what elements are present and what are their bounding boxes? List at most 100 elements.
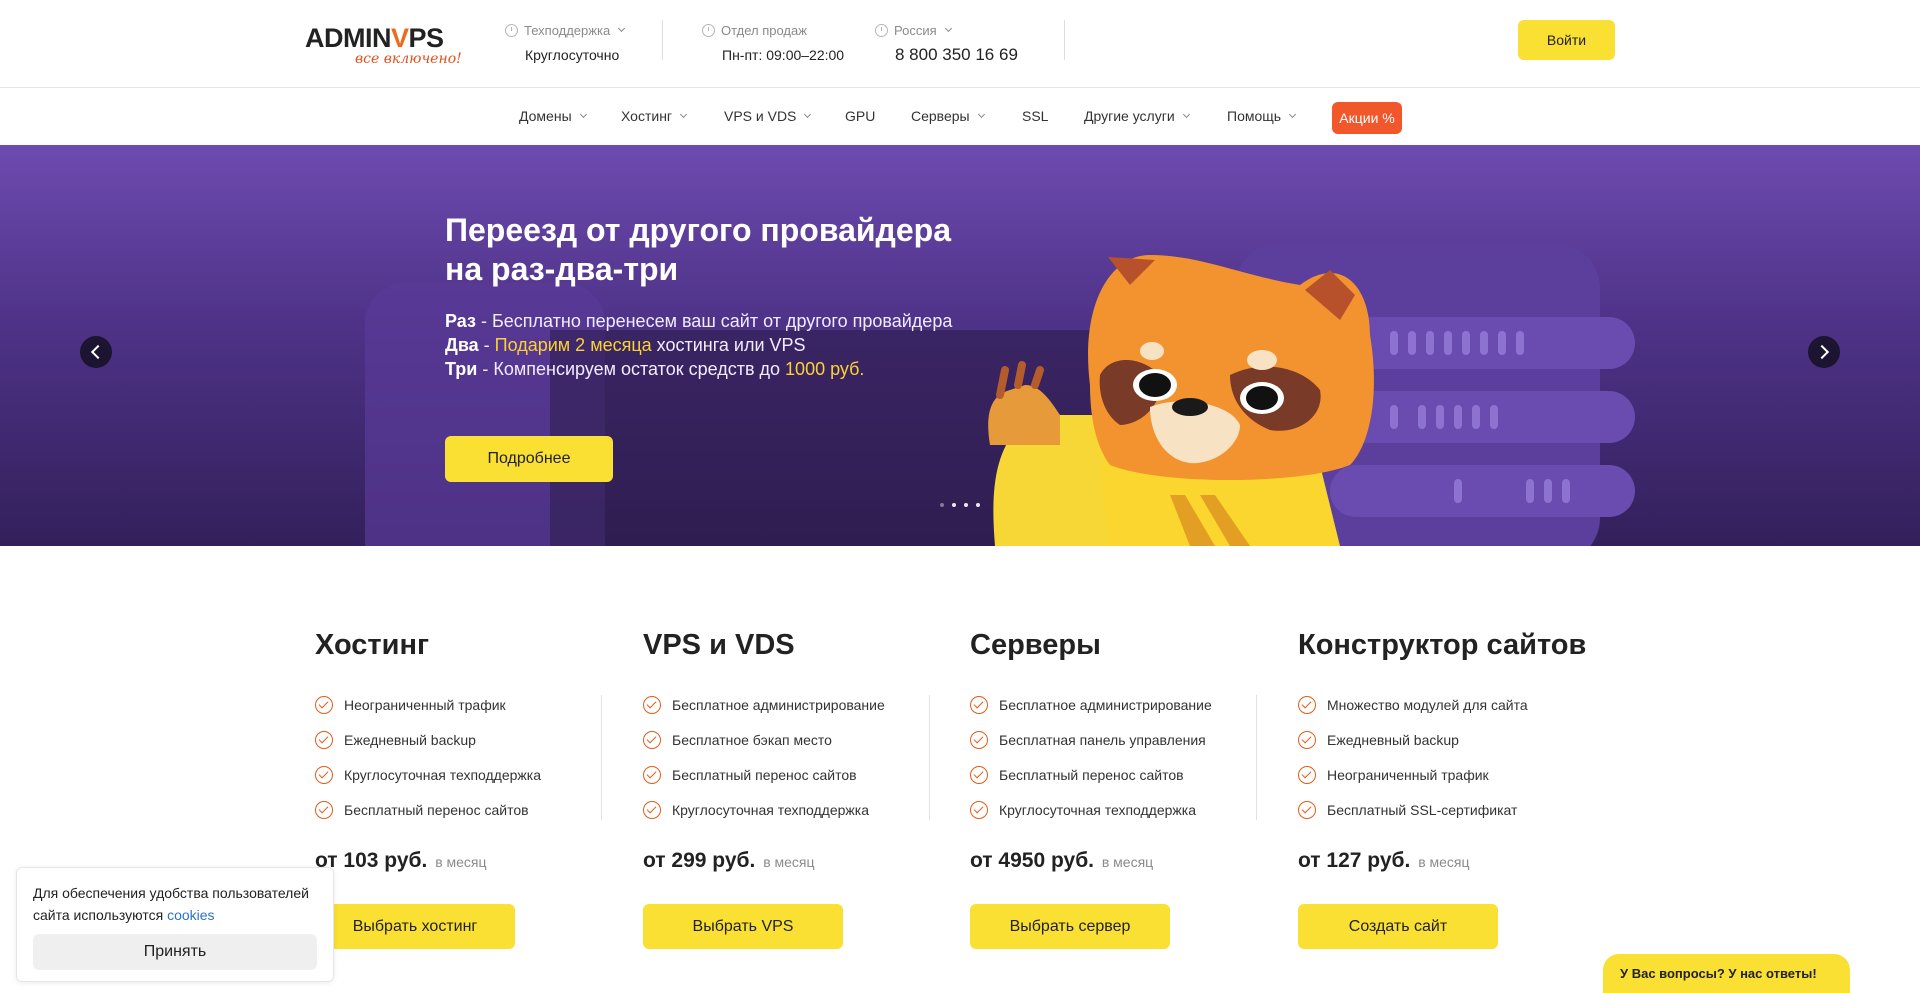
logo[interactable]: ADMINVPS все включено!: [305, 24, 465, 68]
cookie-banner: Для обеспечения удобства пользователей с…: [16, 867, 334, 982]
check-circle-icon: [1298, 695, 1316, 714]
check-circle-icon: [1298, 765, 1316, 784]
chevron-down-icon: [1182, 110, 1190, 119]
product-card-vps: VPS и VDS Бесплатное администрирование Б…: [643, 620, 943, 949]
nav-item-ssl[interactable]: SSL: [1022, 108, 1048, 124]
hero-description: Раз - Бесплатно перенесем ваш сайт от др…: [445, 311, 953, 379]
chevron-down-icon: [680, 110, 688, 119]
check-circle-icon: [643, 695, 661, 714]
product-title: VPS и VDS: [643, 629, 795, 661]
feature-item: Множество модулей для сайта: [1298, 687, 1638, 722]
nav-item-servers[interactable]: Серверы: [911, 108, 985, 124]
chevron-down-icon: [1289, 110, 1297, 119]
support-label: Техподдержка: [524, 22, 611, 38]
check-circle-icon: [315, 800, 333, 819]
sales-block: Отдел продаж Пн-пт: 09:00–22:00: [702, 20, 844, 63]
product-card-site-builder: Конструктор сайтов Множество модулей для…: [1298, 620, 1638, 949]
product-price: от 299 руб. в месяц: [643, 849, 815, 872]
slider-prev-arrow[interactable]: [80, 336, 112, 368]
check-circle-icon: [315, 765, 333, 784]
phone-number[interactable]: 8 800 350 16 69: [895, 45, 1018, 65]
accept-cookies-button[interactable]: Принять: [33, 934, 317, 970]
feature-item: Бесплатное администрирование: [970, 687, 1270, 722]
check-circle-icon: [643, 800, 661, 819]
product-price: от 4950 руб. в месяц: [970, 849, 1154, 872]
choose-server-button[interactable]: Выбрать сервер: [970, 904, 1170, 949]
feature-item: Неограниченный трафик: [315, 687, 615, 722]
check-circle-icon: [970, 765, 988, 784]
feature-item: Бесплатное бэкап место: [643, 722, 943, 757]
divider: [662, 20, 663, 60]
chevron-down-icon: [579, 110, 587, 119]
product-card-servers: Серверы Бесплатное администрирование Бес…: [970, 620, 1270, 949]
hero-illustration: [365, 243, 1635, 546]
nav-item-other-services[interactable]: Другие услуги: [1084, 108, 1190, 124]
slider-dots: [940, 503, 980, 507]
logo-tagline: все включено!: [355, 51, 462, 67]
product-title: Серверы: [970, 629, 1101, 661]
divider: [1064, 20, 1065, 60]
divider: [1256, 695, 1257, 820]
sales-hours: Пн-пт: 09:00–22:00: [722, 47, 845, 63]
chevron-down-icon: [977, 110, 985, 119]
login-button[interactable]: Войти: [1518, 20, 1615, 60]
slider-dot[interactable]: [952, 503, 956, 507]
product-price: от 127 руб. в месяц: [1298, 849, 1470, 872]
sales-label: Отдел продаж: [721, 22, 807, 38]
chevron-down-icon: [804, 110, 812, 119]
feature-item: Бесплатный перенос сайтов: [643, 757, 943, 792]
product-price: от 103 руб. в месяц: [315, 849, 487, 872]
nav-item-vps[interactable]: VPS и VDS: [724, 108, 812, 124]
check-circle-icon: [315, 695, 333, 714]
nav-item-hosting[interactable]: Хостинг: [621, 108, 688, 124]
feature-item: Бесплатное администрирование: [643, 687, 943, 722]
cookie-text: Для обеспечения удобства пользователей с…: [33, 885, 309, 923]
check-circle-icon: [1298, 800, 1316, 819]
slider-dot[interactable]: [940, 503, 944, 507]
promo-button[interactable]: Акции %: [1332, 102, 1402, 134]
clock-icon: [702, 23, 715, 37]
hero-details-button[interactable]: Подробнее: [445, 436, 613, 482]
check-circle-icon: [643, 765, 661, 784]
feature-item: Круглосуточная техподдержка: [315, 757, 615, 792]
clock-icon: [875, 23, 888, 37]
feature-item: Бесплатный перенос сайтов: [970, 757, 1270, 792]
check-circle-icon: [1298, 730, 1316, 749]
divider: [601, 695, 602, 820]
cookies-link[interactable]: cookies: [167, 907, 214, 923]
product-title: Хостинг: [315, 629, 430, 661]
slider-next-arrow[interactable]: [1808, 336, 1840, 368]
feature-item: Круглосуточная техподдержка: [970, 792, 1270, 827]
choose-hosting-button[interactable]: Выбрать хостинг: [315, 904, 515, 949]
hero-slider: Переезд от другого провайдера на раз-два…: [0, 145, 1920, 546]
top-header: ADMINVPS все включено! Техподдержка Круг…: [0, 0, 1920, 88]
choose-vps-button[interactable]: Выбрать VPS: [643, 904, 843, 949]
clock-icon: [505, 23, 518, 37]
feature-item: Бесплатная панель управления: [970, 722, 1270, 757]
support-hours: Круглосуточно: [525, 47, 620, 63]
check-circle-icon: [970, 730, 988, 749]
divider: [929, 695, 930, 820]
product-card-hosting: Хостинг Неограниченный трафик Ежедневный…: [315, 620, 615, 949]
create-site-button[interactable]: Создать сайт: [1298, 904, 1498, 949]
chevron-down-icon: [618, 24, 626, 33]
faq-chat-button[interactable]: У Вас вопросы? У нас ответы!: [1603, 954, 1850, 993]
slider-dot[interactable]: [976, 503, 980, 507]
slider-dot[interactable]: [964, 503, 968, 507]
feature-item: Бесплатный перенос сайтов: [315, 792, 615, 827]
check-circle-icon: [970, 800, 988, 819]
feature-item: Бесплатный SSL-сертификат: [1298, 792, 1638, 827]
region-block[interactable]: Россия 8 800 350 16 69: [875, 20, 1018, 65]
main-nav: Домены Хостинг VPS и VDS GPU Серверы SSL…: [0, 88, 1920, 145]
support-block[interactable]: Техподдержка Круглосуточно: [505, 20, 626, 63]
feature-item: Ежедневный backup: [1298, 722, 1638, 757]
nav-item-gpu[interactable]: GPU: [845, 108, 875, 124]
chevron-down-icon: [944, 24, 952, 33]
feature-item: Круглосуточная техподдержка: [643, 792, 943, 827]
product-title: Конструктор сайтов: [1298, 629, 1587, 661]
nav-item-help[interactable]: Помощь: [1227, 108, 1297, 124]
check-circle-icon: [970, 695, 988, 714]
check-circle-icon: [315, 730, 333, 749]
nav-item-domains[interactable]: Домены: [519, 108, 587, 124]
check-circle-icon: [643, 730, 661, 749]
